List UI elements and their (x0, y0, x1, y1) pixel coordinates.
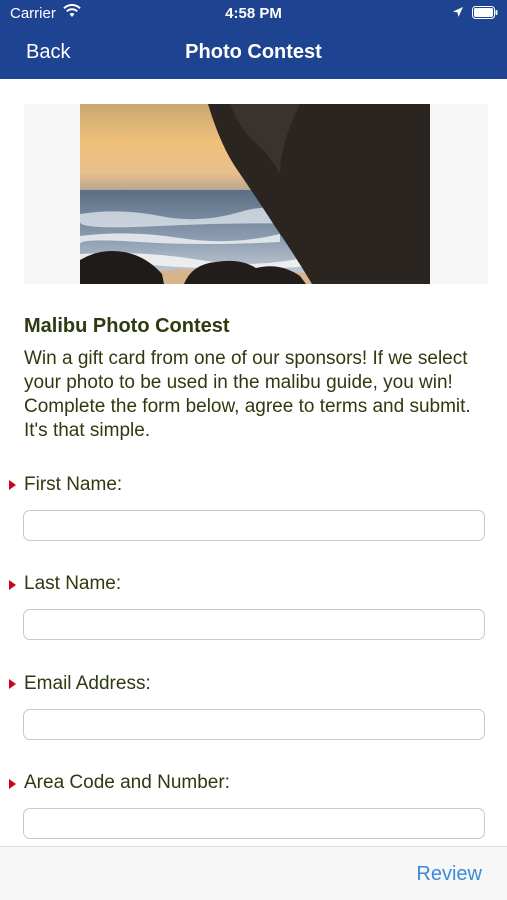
battery-icon (472, 6, 498, 19)
required-marker-icon (9, 580, 16, 590)
contest-title: Malibu Photo Contest (24, 315, 230, 337)
required-marker-icon (9, 480, 16, 490)
bottom-toolbar: Review (0, 846, 507, 900)
status-time: 4:58 PM (225, 5, 282, 22)
required-marker-icon (9, 679, 16, 689)
last-name-label: Last Name: (24, 573, 122, 594)
required-marker-icon (9, 779, 16, 789)
navigation-bar: Back Photo Contest (0, 28, 507, 79)
email-label: Email Address: (24, 673, 151, 694)
location-arrow-icon (453, 7, 463, 17)
photo-frame (24, 104, 488, 284)
contest-photo (80, 104, 430, 284)
phone-label: Area Code and Number: (24, 772, 230, 793)
page-title: Photo Contest (185, 41, 322, 63)
email-input[interactable] (23, 709, 485, 740)
status-bar: Carrier 4:58 PM (0, 0, 507, 28)
last-name-input[interactable] (23, 609, 485, 640)
phone-input[interactable] (23, 808, 485, 839)
first-name-label: First Name: (24, 474, 123, 495)
app-header: Carrier 4:58 PM Back Photo Contest (0, 0, 507, 79)
first-name-input[interactable] (23, 510, 485, 541)
review-button[interactable]: Review (416, 863, 482, 886)
main-content[interactable]: Malibu Photo Contest Win a gift card fro… (0, 79, 507, 846)
contest-description: Win a gift card from one of our sponsors… (24, 348, 471, 441)
